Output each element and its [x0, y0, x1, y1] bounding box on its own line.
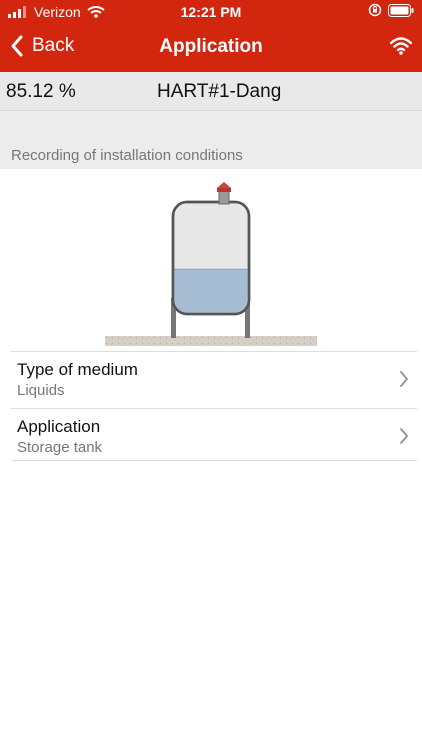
- status-time: 12:21 PM: [180, 4, 242, 20]
- list-item-title: Application: [17, 417, 101, 436]
- navigation-bar: Back Application: [0, 24, 422, 72]
- section-header: Recording of installation conditions: [0, 111, 422, 169]
- page-title: Application: [159, 36, 263, 57]
- wifi-icon: [389, 37, 413, 55]
- connection-button[interactable]: [389, 37, 413, 60]
- orientation-lock-icon: [368, 3, 382, 17]
- status-bar: Verizon 12:21 PM: [0, 0, 422, 24]
- list-divider: [11, 460, 417, 461]
- list-item-title: Type of medium: [17, 360, 138, 379]
- list-item-application[interactable]: Application Storage tank: [11, 408, 417, 465]
- tank-liquid: [174, 269, 248, 313]
- chevron-right-icon: [400, 428, 408, 444]
- section-header-label: Recording of installation conditions: [11, 147, 243, 164]
- ground: [105, 336, 317, 346]
- status-right: [368, 3, 414, 17]
- sensor-neck: [218, 189, 230, 205]
- measured-value: 85.12 %: [6, 81, 76, 102]
- battery-icon: [388, 3, 414, 17]
- list-item-type-of-medium[interactable]: Type of medium Liquids: [11, 351, 417, 408]
- device-tag: HART#1-Dang: [157, 81, 282, 102]
- sensor-cap: [217, 188, 231, 192]
- list-item-value: Storage tank: [17, 439, 103, 456]
- chevron-right-icon: [400, 371, 408, 387]
- storage-tank-illustration: [105, 182, 317, 346]
- measurement-bar: 85.12 % HART#1-Dang: [0, 72, 422, 110]
- sensor-head-icon: [217, 182, 231, 188]
- list-item-value: Liquids: [17, 382, 65, 399]
